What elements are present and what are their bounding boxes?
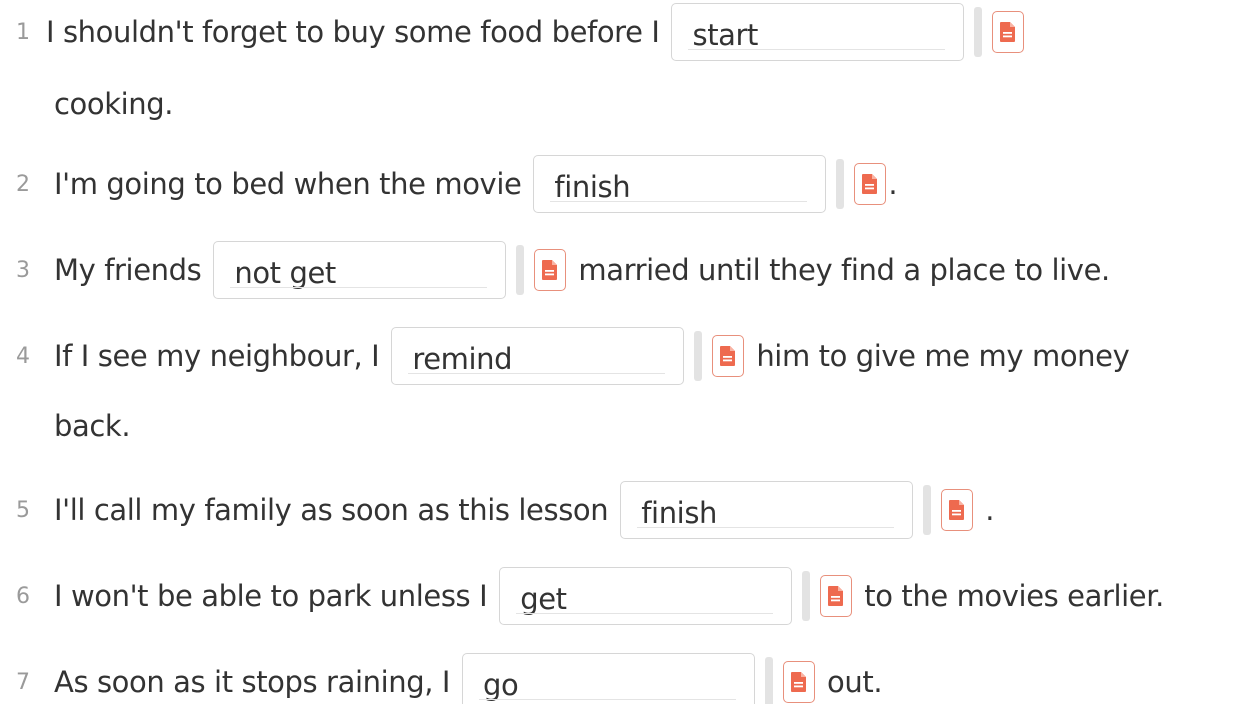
exercise-item-5: 5 I'll call my family as soon as this le… [0,478,994,542]
sentence-before: I won't be able to park unless I [54,579,488,613]
document-button[interactable] [534,249,567,291]
document-icon [791,672,807,692]
input-underline [479,699,737,700]
answer-value[interactable]: get [520,582,567,616]
exercise-item-4: 4 If I see my neighbour, I remind him to… [0,324,1130,388]
answer-value[interactable]: go [483,668,519,702]
answer-input[interactable]: not get [213,241,507,299]
answer-input[interactable]: start [671,3,965,61]
item-number: 2 [16,171,30,197]
separator-bar [802,571,811,621]
fill-in-exercise: 1 I shouldn't forget to buy some food be… [0,0,1255,704]
sentence-before: As soon as it stops raining, I [54,665,451,699]
exercise-item-6: 6 I won't be able to park unless I get t… [0,564,1164,628]
answer-input[interactable]: remind [391,327,685,385]
document-button[interactable] [992,11,1025,53]
separator-bar [836,159,845,209]
input-underline [637,527,895,528]
answer-value[interactable]: not get [234,256,336,290]
exercise-item-3: 3 My friends not get married until they … [0,238,1110,302]
sentence-before: I'm going to bed when the movie [54,167,522,201]
sentence-continuation: cooking. [54,87,174,121]
separator-bar [974,7,983,57]
document-button[interactable] [783,661,816,703]
separator-bar [923,485,932,535]
document-button[interactable] [854,163,887,205]
item-number: 4 [16,343,30,369]
item-number: 1 [16,19,30,45]
document-icon [720,346,736,366]
item-number: 7 [16,669,30,695]
document-icon [862,174,878,194]
sentence-after: . [888,167,898,201]
input-underline [688,49,946,50]
document-icon [1000,22,1016,42]
answer-input[interactable]: get [499,567,793,625]
item-number: 5 [16,497,30,523]
document-icon [949,500,965,520]
separator-bar [694,331,703,381]
separator-bar [516,245,525,295]
sentence-after: out. [827,665,883,699]
separator-bar [765,657,774,704]
input-underline [230,287,488,288]
answer-input[interactable]: go [462,653,756,704]
sentence-after: married until they find a place to live. [578,253,1110,287]
sentence-before: If I see my neighbour, I [54,339,380,373]
sentence-before: I'll call my family as soon as this less… [54,493,609,527]
document-icon [542,260,558,280]
sentence-after: him to give me my money [756,339,1130,373]
sentence-after: . [985,493,995,527]
document-button[interactable] [712,335,745,377]
sentence-before: My friends [54,253,202,287]
sentence-after: to the movies earlier. [864,579,1164,613]
answer-value[interactable]: finish [554,170,630,204]
input-underline [550,201,808,202]
answer-value[interactable]: finish [641,496,717,530]
answer-value[interactable]: remind [412,342,512,376]
answer-input[interactable]: finish [533,155,827,213]
sentence-before: I shouldn't forget to buy some food befo… [46,15,660,49]
document-button[interactable] [941,489,974,531]
item-number: 3 [16,257,30,283]
exercise-item-7: 7 As soon as it stops raining, I go out. [0,650,883,704]
input-underline [516,613,774,614]
input-underline [408,373,666,374]
item-number: 6 [16,583,30,609]
exercise-item-1: 1 I shouldn't forget to buy some food be… [0,0,1036,64]
document-button[interactable] [820,575,853,617]
answer-value[interactable]: start [692,18,758,52]
answer-input[interactable]: finish [620,481,914,539]
sentence-continuation: back. [54,409,131,443]
document-icon [828,586,844,606]
exercise-item-2: 2 I'm going to bed when the movie finish… [0,152,898,216]
